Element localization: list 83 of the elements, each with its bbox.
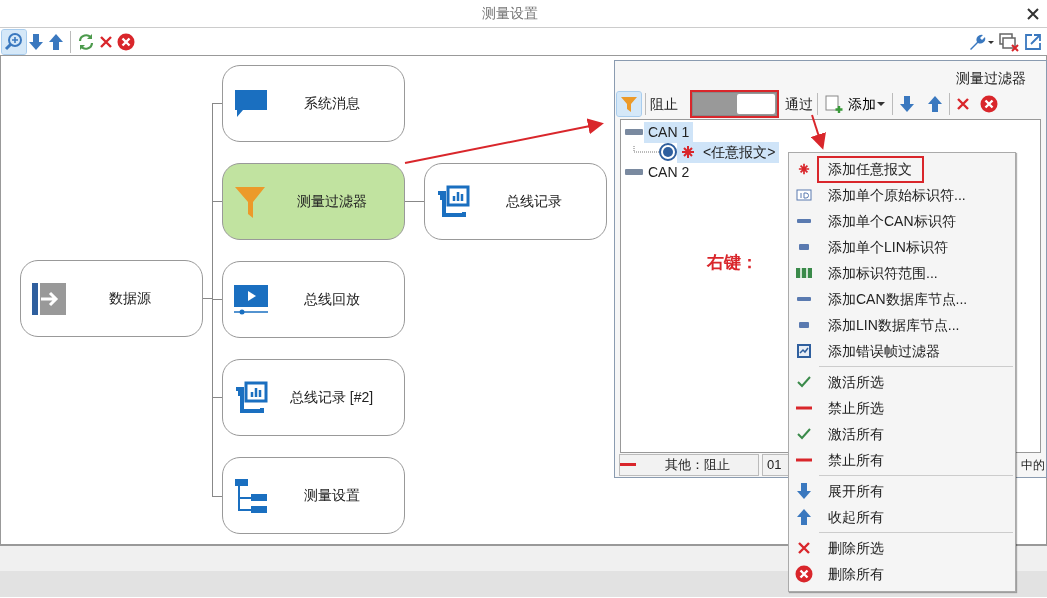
refresh-icon	[77, 32, 95, 51]
minus-icon	[620, 462, 636, 468]
menu-item[interactable]: 添加CAN数据库节点...	[789, 286, 1015, 312]
add-document-icon	[824, 94, 844, 114]
annotation-label: 右键：	[707, 252, 758, 274]
annotation-arrow	[810, 114, 826, 150]
node-label: 系统消息	[302, 94, 361, 113]
status-code: 01	[767, 456, 782, 475]
node-label: 总线记录	[504, 192, 563, 211]
minus-icon	[796, 406, 812, 410]
node-label: 测量过滤器	[295, 192, 368, 211]
range-icon	[796, 267, 812, 279]
menu-item[interactable]: 添加标识符范围...	[789, 260, 1015, 286]
menu-item[interactable]: 删除所有	[789, 561, 1015, 587]
menu-item[interactable]: 收起所有	[789, 504, 1015, 530]
hierarchy-icon	[233, 477, 269, 514]
filter-toggle-button[interactable]	[617, 92, 641, 116]
node-label: 数据源	[107, 289, 152, 308]
check-icon	[797, 428, 811, 440]
block-pass-switch[interactable]	[692, 92, 777, 116]
delete-circle-icon	[980, 95, 998, 113]
down-arrow-icon	[899, 95, 915, 113]
node-label: 总线记录 [#2]	[288, 388, 375, 407]
tree-item[interactable]: <任意报文>	[677, 141, 780, 163]
check-icon	[797, 376, 811, 388]
funnel-icon	[619, 94, 639, 114]
menu-item[interactable]: 禁止所有	[789, 447, 1015, 473]
diagram-node[interactable]: 测量过滤器	[222, 163, 405, 240]
delete-circle-icon	[795, 565, 813, 583]
diagram-node[interactable]: 总线记录 [#2]	[222, 359, 405, 436]
diagram-node[interactable]: 测量设置	[222, 457, 405, 534]
recorder-icon	[435, 183, 471, 220]
close-icon	[99, 34, 113, 49]
delete-circle-icon	[117, 32, 135, 51]
menu-item[interactable]: 删除所选	[789, 535, 1015, 561]
caret-icon	[876, 99, 886, 109]
menu-item[interactable]: 激活所有	[789, 421, 1015, 447]
menu-item[interactable]: 添加单个原始标识符...	[789, 182, 1015, 208]
node-label: 测量设置	[302, 486, 361, 505]
block-label: 阻止	[650, 94, 678, 114]
connector-line	[404, 201, 425, 202]
down-arrow-icon	[796, 482, 812, 500]
diagram-node[interactable]: 总线记录	[424, 163, 607, 240]
status-text: 其他：阻止	[663, 456, 731, 475]
panel-title: 测量过滤器	[956, 69, 1026, 88]
radio-icon	[659, 143, 677, 161]
tree-item[interactable]: CAN 2	[644, 161, 694, 183]
menu-item[interactable]: 添加错误帧过滤器	[789, 338, 1015, 364]
toolbar-button[interactable]	[978, 93, 1000, 115]
status-text: 中的	[1021, 457, 1046, 474]
menu-item[interactable]: 添加LIN数据库节点...	[789, 312, 1015, 338]
diagram-node[interactable]: 数据源	[20, 260, 203, 337]
diagram-node[interactable]: 总线回放	[222, 261, 405, 338]
toolbar-button[interactable]	[2, 29, 26, 54]
export-icon	[1023, 31, 1043, 52]
import-icon	[31, 280, 67, 317]
menu-item[interactable]: 添加单个CAN标识符	[789, 208, 1015, 234]
up-arrow-icon	[48, 32, 64, 51]
recorder-icon	[233, 379, 269, 416]
node-label: 总线回放	[302, 290, 361, 309]
close-icon	[797, 541, 811, 555]
close-icon	[956, 97, 970, 111]
close-icon	[1027, 8, 1039, 21]
menu-item[interactable]: 展开所有	[789, 478, 1015, 504]
pass-label: 通过	[785, 94, 813, 114]
add-dropdown-button[interactable]: 添加	[822, 91, 888, 117]
zoom-icon	[4, 31, 24, 52]
menu-item[interactable]: 激活所选	[789, 369, 1015, 395]
close-windows-icon	[999, 31, 1019, 52]
menu-item[interactable]: 添加任意报文	[789, 156, 1015, 182]
up-arrow-icon	[796, 508, 812, 526]
tree-item[interactable]: CAN 1	[644, 121, 694, 143]
id-icon	[796, 189, 812, 201]
menu-item[interactable]: 禁止所选	[789, 395, 1015, 421]
down-arrow-icon	[28, 32, 44, 51]
chart-icon	[796, 343, 812, 359]
menu-item[interactable]: 添加单个LIN标识符	[789, 234, 1015, 260]
asterisk-icon	[681, 145, 695, 159]
asterisk-icon	[798, 163, 810, 175]
diagram-node[interactable]: 系统消息	[222, 65, 405, 142]
minus-icon	[796, 458, 812, 462]
window-title: 测量设置	[481, 5, 538, 21]
up-arrow-icon	[927, 95, 943, 113]
